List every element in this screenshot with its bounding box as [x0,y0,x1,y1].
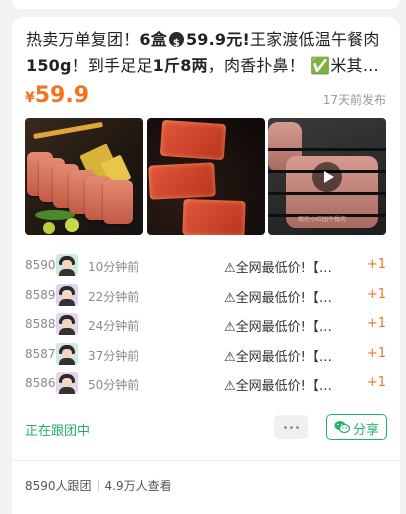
follow-time: 37分钟前 [88,348,140,363]
quantity-badge: +1 [366,286,386,302]
list-item[interactable]: 8589 22分钟前 ⚠全网最低价!【… +1 [12,283,400,313]
follower-number: 8588 [25,317,56,331]
money-bag-icon [168,31,184,57]
avatar[interactable] [56,342,78,365]
avatar[interactable] [56,254,78,276]
divider [12,460,400,461]
posted-time: 17天前发布 [322,93,386,107]
follower-number: 8586 [25,376,56,390]
group-stats: 8590人跟团 4.9万人查看 [25,477,172,494]
stats-divider [97,480,99,491]
more-dots-icon [284,426,287,429]
follower-number: 8589 [25,287,56,302]
follower-message: ⚠全网最低价!【… [224,379,332,394]
follower-message: ⚠全网最低价!【… [224,320,332,335]
title-text: 热卖万单复团！ [26,30,140,49]
avatar[interactable] [56,313,78,335]
follow-time: 50分钟前 [88,378,140,392]
avatar[interactable] [56,283,78,306]
grilled-luncheon-meat-video[interactable]: 现在小红园午餐肉 [268,118,386,235]
share-button[interactable]: 分享 [326,414,387,440]
title-text: 150g [26,56,72,75]
view-count: 4.9万人查看 [104,479,172,493]
quantity-badge: +1 [366,316,386,331]
title-text: 59.9元 [185,30,243,49]
quantity-badge: +1 [366,375,386,390]
previous-card-edge [12,0,400,9]
follow-time: 10分钟前 [88,260,140,274]
title-text: ，肉香扑鼻！ ✅米其… [207,56,379,75]
title-text: 6盒 [139,30,167,49]
share-label: 分享 [353,423,380,438]
follower-message: ⚠全网最低价!【… [224,290,332,306]
title-text: ！到手足足 [71,56,153,75]
following-status[interactable]: 正在跟团中 [25,420,90,439]
list-item[interactable]: 8588 24分钟前 ⚠全网最低价!【… +1 [12,312,400,342]
follower-message: ⚠全网最低价!【… [224,261,332,276]
follow-time: 22分钟前 [88,289,140,304]
quantity-badge: +1 [366,257,386,272]
group-buy-card[interactable]: 热卖万单复团！6盒 59.9元!王家渡低温午餐肉 150g！到手足足1斤8两，肉香扑… [12,17,400,514]
fried-luncheon-meat-photo[interactable] [147,118,265,235]
avatar[interactable] [56,372,78,394]
title-text: ! [242,30,250,49]
list-item[interactable]: 8590 10分钟前 ⚠全网最低价!【… +1 [12,253,400,283]
follower-number: 8587 [25,346,56,361]
wechat-icon [334,421,350,434]
currency-symbol: ¥ [25,90,35,106]
more-button[interactable] [274,415,308,439]
follow-time: 24分钟前 [88,319,140,333]
joined-count: 8590人跟团 [25,479,92,493]
price: ¥59.9 [25,83,89,108]
play-icon[interactable] [312,162,342,192]
video-watermark: 现在小红园午餐肉 [298,216,347,223]
list-item[interactable]: 8587 37分钟前 ⚠全网最低价!【… +1 [12,342,400,372]
post-title[interactable]: 热卖万单复团！6盒 59.9元!王家渡低温午餐肉 150g！到手足足1斤8两，肉香扑… [26,27,386,79]
quantity-badge: +1 [366,345,386,361]
follower-number: 8590 [25,258,56,272]
list-item[interactable]: 8586 50分钟前 ⚠全网最低价!【… +1 [12,371,400,401]
price-value: 59.9 [34,83,90,108]
luncheon-meat-slices-photo[interactable] [25,118,143,235]
follower-message: ⚠全网最低价!【… [224,349,332,365]
title-text: 王家渡低温午餐肉 [249,30,380,49]
follower-list: 8590 10分钟前 ⚠全网最低价!【… +1 8589 22分钟前 ⚠全网最低… [12,253,400,401]
title-text: 1斤8两 [152,56,208,75]
